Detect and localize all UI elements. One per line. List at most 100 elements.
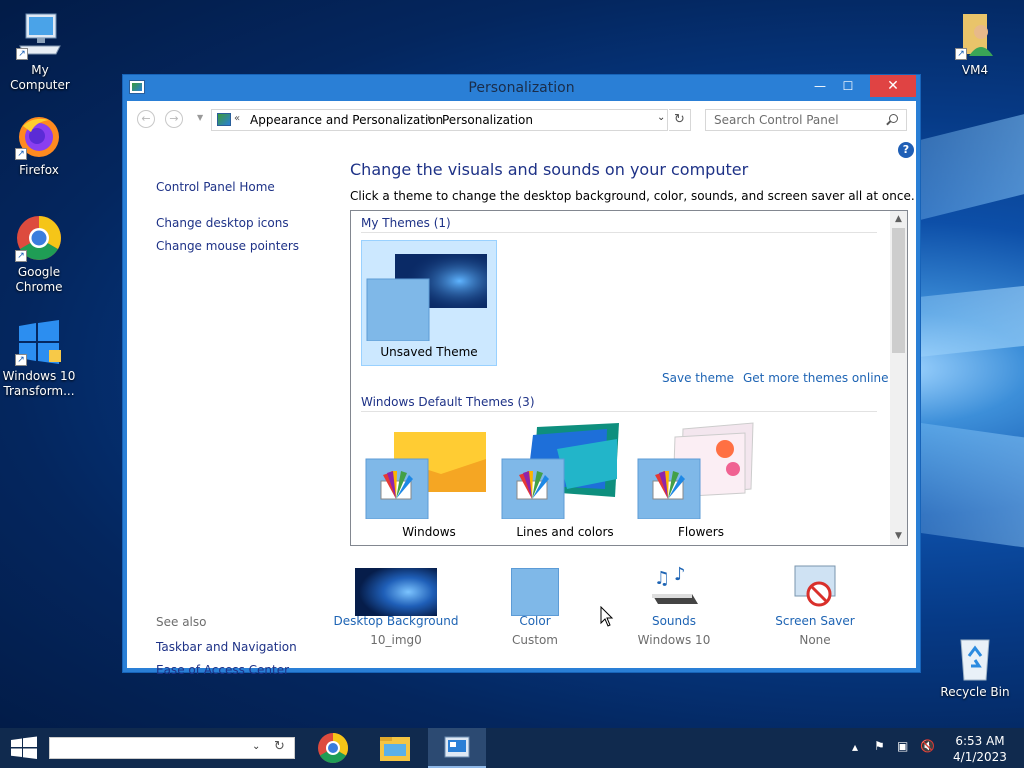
screen-saver-setting[interactable]: Screen Saver None — [745, 554, 885, 647]
themes-scrollbar[interactable]: ▲ ▼ — [890, 211, 907, 545]
desktop-icon-windows10-transform[interactable]: ↗ Windows 10 Transform... — [0, 318, 79, 399]
refresh-icon[interactable]: ↻ — [274, 739, 285, 754]
change-mouse-pointers-link[interactable]: Change mouse pointers — [156, 239, 299, 253]
taskbar-search-box[interactable]: ⌄ ↻ — [49, 737, 295, 759]
start-button[interactable] — [0, 728, 48, 768]
themes-list[interactable]: My Themes (1) Unsaved Theme Save theme G… — [350, 210, 908, 546]
user-folder-icon: ↗ — [951, 12, 999, 60]
desktop-icon-label: Recycle Bin — [940, 685, 1010, 699]
setting-label[interactable]: Sounds — [604, 614, 744, 628]
left-task-pane: Control Panel Home Change desktop icons … — [127, 134, 328, 677]
windows-start-icon — [11, 736, 37, 759]
color-setting[interactable]: Color Custom — [465, 554, 605, 647]
get-more-themes-link[interactable]: Get more themes online — [743, 371, 889, 385]
desktop-icon-firefox[interactable]: ↗ Firefox — [0, 112, 79, 178]
desktop-icon-chrome[interactable]: ↗ Google Chrome — [0, 214, 79, 295]
page-description: Click a theme to change the desktop back… — [350, 189, 915, 203]
change-desktop-icons-link[interactable]: Change desktop icons — [156, 216, 289, 230]
theme-unsaved[interactable]: Unsaved Theme — [361, 240, 497, 366]
ease-of-access-link[interactable]: Ease of Access Center — [156, 663, 289, 677]
my-themes-group-label: My Themes (1) — [361, 216, 451, 230]
page-title: Change the visuals and sounds on your co… — [350, 160, 749, 179]
see-also-heading: See also — [156, 615, 207, 629]
search-control-panel[interactable] — [705, 109, 907, 131]
refresh-icon[interactable]: ↻ — [669, 109, 691, 131]
maximize-button[interactable]: ☐ — [834, 75, 862, 97]
setting-label[interactable]: Desktop Background — [326, 614, 466, 628]
taskbar-search-input[interactable] — [54, 739, 250, 757]
setting-label[interactable]: Color — [465, 614, 605, 628]
back-arrow-icon[interactable]: ← — [137, 110, 155, 128]
control-panel-icon — [217, 113, 231, 126]
svg-text:♫: ♫ — [654, 568, 670, 589]
theme-name: Unsaved Theme — [380, 345, 478, 359]
scroll-down-arrow-icon[interactable]: ▼ — [890, 528, 907, 545]
desktop-background-setting[interactable]: Desktop Background 10_img0 — [326, 554, 466, 647]
desktop-icon-label: Firefox — [19, 163, 59, 177]
desktop-icon-label: Google Chrome — [15, 265, 63, 294]
setting-value: Windows 10 — [637, 633, 711, 647]
breadcrumb-overflow[interactable]: « — [234, 113, 240, 124]
window-title: Personalization — [468, 80, 575, 96]
clock-time: 6:53 AM — [955, 734, 1005, 748]
clock-date: 4/1/2023 — [953, 750, 1007, 764]
recent-pages-chevron-icon[interactable]: ▼ — [197, 113, 203, 122]
search-input[interactable] — [714, 111, 884, 129]
sounds-setting[interactable]: ♫ ♪ Sounds Windows 10 — [604, 554, 744, 647]
desktop-icon-label: My Computer — [10, 63, 70, 92]
recycle-bin-icon — [951, 634, 999, 682]
help-icon[interactable]: ? — [898, 142, 914, 158]
theme-flowers[interactable]: Flowers — [633, 419, 769, 545]
taskbar-chrome[interactable] — [304, 728, 362, 768]
window-client-area: ← → ▼ « Appearance and Personalization ▸… — [127, 101, 916, 677]
sounds-icon: ♫ ♪ — [652, 564, 698, 604]
svg-text:♪: ♪ — [674, 564, 686, 585]
address-history-chevron-icon[interactable]: ⌄ — [657, 112, 665, 123]
desktop-background-thumbnail — [355, 568, 437, 616]
desktop-icon-label: VM4 — [961, 63, 989, 77]
action-center-flag-icon[interactable]: ⚑ — [874, 739, 885, 768]
forward-arrow-icon[interactable]: → — [165, 110, 183, 128]
address-bar[interactable]: « Appearance and Personalization ▸ Perso… — [211, 109, 668, 131]
close-button[interactable]: ✕ — [870, 75, 916, 97]
network-icon[interactable]: ▣ — [897, 739, 908, 768]
personalization-window[interactable]: Personalization — ☐ ✕ ← → ▼ « Appearance… — [122, 74, 921, 677]
computer-icon: ↗ — [16, 12, 64, 60]
theme-lines-and-colors[interactable]: Lines and colors — [497, 419, 633, 545]
minimize-button[interactable]: — — [806, 75, 834, 97]
scroll-up-arrow-icon[interactable]: ▲ — [890, 211, 907, 228]
title-bar[interactable]: Personalization — ☐ ✕ — [123, 75, 920, 101]
firefox-icon: ↗ — [15, 112, 63, 160]
screen-saver-icon — [794, 565, 836, 607]
group-divider — [361, 411, 877, 412]
control-panel-home-link[interactable]: Control Panel Home — [156, 180, 275, 194]
show-hidden-icons-chevron-icon[interactable]: ▴ — [852, 740, 858, 768]
control-panel-icon — [444, 736, 470, 758]
desktop-icon-my-computer[interactable]: ↗ My Computer — [0, 12, 80, 93]
breadcrumb-appearance[interactable]: Appearance and Personalization — [250, 113, 443, 127]
taskbar-clock[interactable]: 6:53 AM 4/1/2023 — [944, 733, 1016, 765]
desktop-icon-label: Windows 10 Transform... — [2, 369, 76, 398]
chrome-icon — [318, 733, 349, 764]
address-toolbar: ← → ▼ « Appearance and Personalization ▸… — [127, 101, 916, 134]
taskbar-control-panel[interactable] — [428, 728, 486, 768]
main-content: ? Change the visuals and sounds on your … — [328, 134, 916, 668]
breadcrumb-personalization[interactable]: Personalization — [442, 113, 533, 127]
breadcrumb-chevron-icon[interactable]: ▸ — [428, 113, 433, 124]
taskbar: ⌄ ↻ ▴ ⚑ ▣ 🔇 6:53 AM 4/1/2023 — [0, 728, 1024, 768]
theme-windows[interactable]: Windows — [361, 419, 497, 545]
theme-name: Flowers — [678, 525, 724, 539]
save-theme-link[interactable]: Save theme — [662, 371, 734, 385]
color-swatch — [511, 568, 559, 616]
search-icon[interactable] — [889, 114, 898, 123]
desktop-icon-recycle-bin[interactable]: Recycle Bin — [935, 634, 1015, 700]
volume-muted-icon[interactable]: 🔇 — [920, 739, 935, 768]
chrome-icon: ↗ — [15, 214, 63, 262]
scrollbar-thumb[interactable] — [892, 228, 905, 353]
desktop-icon-vm4[interactable]: ↗ VM4 — [935, 12, 1015, 78]
taskbar-file-explorer[interactable] — [366, 728, 424, 768]
chevron-down-icon[interactable]: ⌄ — [252, 741, 260, 752]
setting-label[interactable]: Screen Saver — [745, 614, 885, 628]
taskbar-navigation-link[interactable]: Taskbar and Navigation — [156, 640, 297, 654]
setting-value: None — [799, 633, 831, 647]
